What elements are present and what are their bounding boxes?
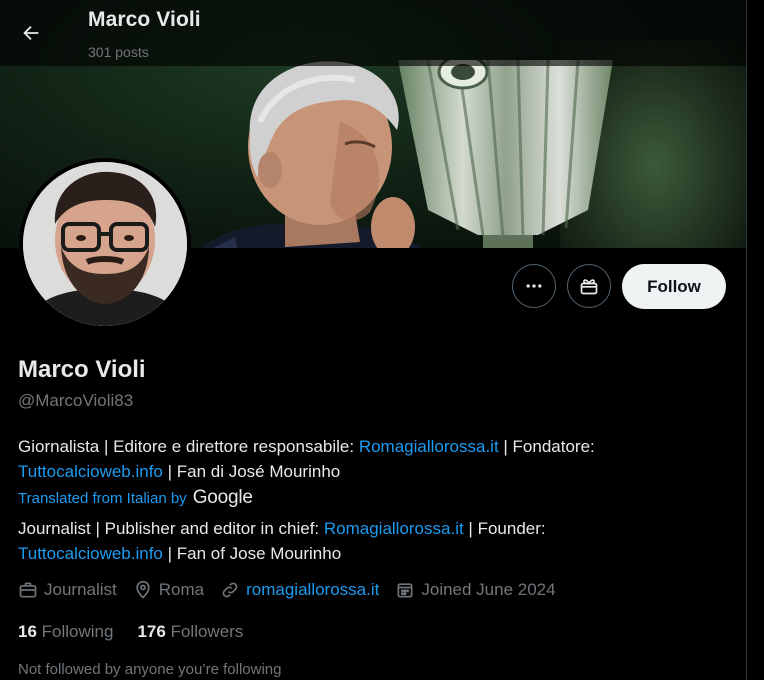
more-options-button[interactable]	[512, 264, 556, 308]
link-icon	[222, 582, 238, 598]
following-label: Following	[41, 622, 114, 641]
following-count: 16	[18, 622, 37, 641]
profile-handle: @MarcoVioli83	[18, 391, 134, 410]
website-link[interactable]: romagiallorossa.it	[246, 580, 379, 600]
bio-link-romagiallorossa[interactable]: Romagiallorossa.it	[359, 437, 499, 456]
avatar-portrait	[23, 162, 187, 326]
meta-profession: Journalist	[18, 580, 117, 600]
bio-translated: Journalist | Publisher and editor in chi…	[18, 516, 738, 566]
joined-text: Joined June 2024	[421, 580, 556, 599]
profile-display-name: Marco Violi	[18, 356, 146, 383]
gift-icon	[580, 279, 598, 295]
briefcase-icon	[19, 582, 37, 598]
following-link[interactable]: 16 Following	[18, 622, 113, 642]
profile-header-bar: Marco Violi 301 posts	[0, 0, 746, 66]
arrow-left-icon	[23, 25, 39, 41]
bio-text: | Fan di José Mourinho	[162, 462, 341, 481]
bio-text: | Founder:	[463, 519, 546, 538]
gift-button[interactable]	[567, 264, 611, 308]
profile-column: Marco Violi 301 posts Follow Marco Violi…	[0, 0, 746, 680]
meta-location: Roma	[133, 580, 204, 600]
bio-link-romagiallorossa[interactable]: Romagiallorossa.it	[324, 519, 464, 538]
meta-website[interactable]: romagiallorossa.it	[220, 580, 379, 600]
bio-text: | Fondatore:	[498, 437, 595, 456]
bio-link-tuttocalcioweb[interactable]: Tuttocalcioweb.info	[18, 544, 163, 563]
calendar-icon	[397, 583, 413, 598]
follow-stats: 16 Following 176 Followers	[18, 622, 267, 642]
not-followed-note: Not followed by anyone you’re following	[18, 661, 282, 678]
location-pin-icon	[136, 580, 150, 599]
followers-count: 176	[137, 622, 166, 641]
header-post-count: 301 posts	[88, 44, 149, 60]
profile-meta: Journalist Roma romagiallorossa.it Joine…	[18, 580, 572, 600]
avatar[interactable]	[19, 158, 191, 330]
bio-text: Giornalista | Editore e direttore respon…	[18, 437, 359, 456]
header-name: Marco Violi	[88, 8, 201, 31]
column-divider	[746, 0, 764, 680]
bio-original: Giornalista | Editore e direttore respon…	[18, 434, 738, 484]
profession-text: Journalist	[44, 580, 117, 599]
followers-label: Followers	[170, 622, 244, 641]
translation-notice[interactable]: Translated from Italian by Google	[18, 487, 253, 509]
followers-link[interactable]: 176 Followers	[137, 622, 243, 642]
avatar-image	[23, 162, 187, 326]
banner-photo-trophy	[398, 60, 613, 248]
translated-from-label: Translated from Italian by	[18, 489, 187, 507]
bio-text: Journalist | Publisher and editor in chi…	[18, 519, 324, 538]
bio-link-tuttocalcioweb[interactable]: Tuttocalcioweb.info	[18, 462, 163, 481]
back-button[interactable]	[12, 14, 50, 52]
bio-text: | Fan of Jose Mourinho	[162, 544, 342, 563]
location-text: Roma	[158, 580, 205, 599]
ellipsis-icon	[526, 284, 542, 288]
meta-joined: Joined June 2024	[395, 580, 556, 600]
follow-button[interactable]: Follow	[622, 264, 726, 309]
google-logo: Google	[192, 487, 253, 508]
